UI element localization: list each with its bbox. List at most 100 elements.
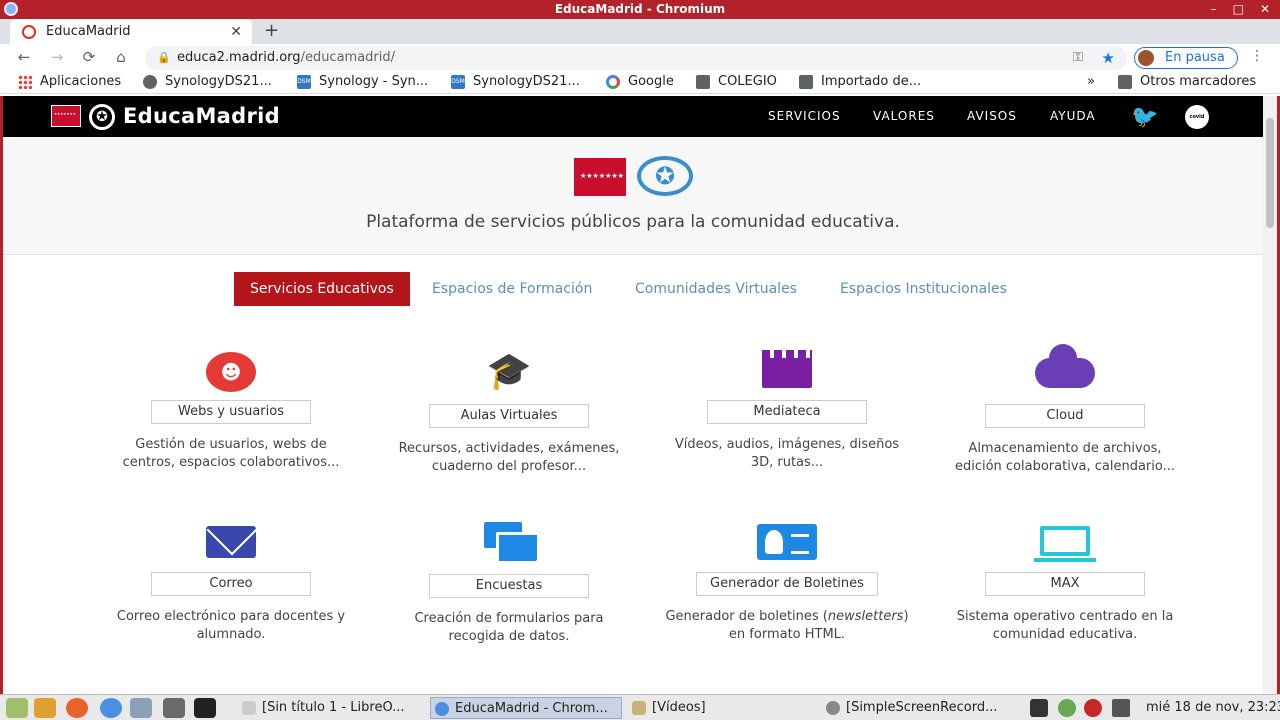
service-button[interactable]: Cloud [985,404,1145,428]
bookmark-synology-2[interactable]: DSM Synology - Syn... [297,74,428,89]
record-icon[interactable] [1084,699,1102,717]
service-encuestas: Encuestas Creación de formularios para re… [379,520,639,646]
network-icon[interactable] [1058,699,1076,717]
contact-card-icon[interactable] [757,524,817,560]
url-host: educa2.madrid.org [177,50,301,65]
apps-grid-icon [18,74,32,89]
service-description: Creación de formularios para recogida de … [414,611,604,644]
window-titlebar: EducaMadrid - Chromium – □ ✕ [0,0,1280,19]
dsm-icon: DSM [451,74,465,89]
folder-icon [1118,74,1132,89]
terminal-launcher-icon[interactable] [194,698,216,718]
service-button[interactable]: MAX [985,572,1145,596]
service-max: MAX Sistema operativo centrado en la comu… [935,520,1195,644]
bookmark-otros[interactable]: Otros marcadores [1118,74,1256,89]
site-navbar: ✪ EducaMadrid SERVICIOS VALORES AVISOS A… [3,96,1263,137]
lock-icon[interactable]: 🔒 [157,46,171,70]
tab-espacios-formacion[interactable]: Espacios de Formación [432,272,592,306]
close-window-button[interactable]: ✕ [1260,0,1270,19]
users-icon[interactable]: ☻ [206,352,256,392]
service-mediateca: Mediateca Vídeos, audios, imágenes, dise… [657,350,917,472]
maximize-button[interactable]: □ [1233,0,1244,19]
educamadrid-logo-icon[interactable]: ✪ [89,104,115,130]
service-button[interactable]: Encuestas [429,574,589,598]
favicon-icon [22,24,36,39]
key-icon[interactable]: ⚿ [1073,46,1083,70]
covid-icon[interactable]: covid [1185,105,1209,129]
bookmark-label: Otros marcadores [1140,74,1257,89]
service-description: Gestión de usuarios, webs de centros, esp… [122,437,340,470]
new-tab-button[interactable]: + [264,19,279,44]
screenshot-launcher-icon[interactable] [163,698,185,718]
chat-bubbles-icon[interactable] [482,520,537,564]
tab-espacios-institucionales[interactable]: Espacios Institucionales [840,272,1007,306]
browser-tab[interactable]: EducaMadrid ✕ [10,19,252,44]
bookmark-star-icon[interactable]: ★ [1102,46,1115,70]
service-button[interactable]: Aulas Virtuales [429,404,589,428]
bookmark-synology-3[interactable]: DSM SynologyDS21... [451,74,580,89]
forward-icon[interactable]: → [47,48,67,66]
madrid-flag-icon: ★★★★★★★ [574,158,626,196]
back-icon[interactable]: ← [14,48,34,66]
bookmark-importado[interactable]: Importado de... [799,74,921,89]
page-scrollbar[interactable] [1263,96,1277,694]
tray-app-icon[interactable] [1030,699,1048,717]
files-launcher-icon[interactable] [130,698,152,718]
service-boletines: Generador de Boletines Generador de bole… [657,520,917,644]
bookmark-aplicaciones[interactable]: Aplicaciones [18,74,121,89]
os-taskbar: [Sin título 1 - LibreO... EducaMadrid - … [0,694,1280,720]
clock[interactable]: mié 18 de nov, 23:23 [1146,697,1280,719]
editor-launcher-icon[interactable] [34,698,56,718]
service-button[interactable]: Correo [151,572,311,596]
window-title: EducaMadrid - Chromium [554,2,726,16]
google-icon [606,74,620,89]
chromium-launcher-icon[interactable] [100,698,122,718]
nav-avisos[interactable]: AVISOS [967,109,1017,123]
service-button[interactable]: Generador de Boletines [696,572,878,596]
service-description: Sistema operativo centrado en la comunida… [956,609,1174,642]
reload-icon[interactable]: ⟳ [79,48,99,66]
graduation-cap-icon[interactable]: 🎓 [482,352,536,396]
scrollbar-thumb[interactable] [1266,118,1274,228]
cloud-icon[interactable] [1035,344,1095,388]
task-screenrecorder[interactable]: [SimpleScreenRecord... [822,697,997,719]
hero-tagline: Plataforma de servicios públicos para la… [366,212,900,232]
menu-icon[interactable]: ⋮ [1250,48,1264,64]
service-button[interactable]: Webs y usuarios [151,400,311,424]
bookmark-google[interactable]: Google [606,74,674,89]
bookmark-colegio[interactable]: COLEGIO [696,74,777,89]
bookmarks-overflow-icon[interactable]: » [1087,74,1095,89]
chromium-icon [4,2,18,16]
home-icon[interactable]: ⌂ [111,48,131,66]
address-bar[interactable]: 🔒 educa2.madrid.org/educamadrid/ ⚿ ★ [145,46,1127,70]
bookmark-label: Aplicaciones [40,74,122,89]
tab-servicios-educativos[interactable]: Servicios Educativos [234,272,410,306]
task-videos[interactable]: [Vídeos] [628,697,706,719]
firefox-launcher-icon[interactable] [66,698,88,718]
tab-strip: EducaMadrid ✕ + [0,19,1280,44]
laptop-icon[interactable] [1034,526,1096,562]
clapperboard-icon[interactable] [762,350,812,388]
nav-servicios[interactable]: SERVICIOS [768,109,841,123]
service-button[interactable]: Mediateca [707,400,867,424]
madrid-flag-icon[interactable] [51,105,81,127]
profile-status: En pausa [1165,50,1225,65]
profile-button[interactable]: En pausa [1134,47,1238,69]
service-correo: Correo Correo electrónico para docentes … [101,520,361,644]
site-brand[interactable]: EducaMadrid [123,104,280,128]
volume-icon[interactable] [1112,699,1130,717]
twitter-icon[interactable]: 🐦 [1131,105,1158,130]
service-cloud: Cloud Almacenamiento de archivos, edición… [935,344,1195,476]
minimize-button[interactable]: – [1211,0,1217,19]
bookmark-synology-1[interactable]: SynologyDS21... [143,74,272,89]
task-libreoffice[interactable]: [Sin título 1 - LibreO... [238,697,405,719]
tab-comunidades-virtuales[interactable]: Comunidades Virtuales [635,272,797,306]
menu-launcher-icon[interactable] [6,698,28,718]
hero-section: ★★★★★★★ ✪ Plataforma de servicios públic… [3,137,1263,255]
nav-ayuda[interactable]: AYUDA [1050,109,1096,123]
nav-valores[interactable]: VALORES [873,109,935,123]
mail-icon[interactable] [206,526,256,558]
close-tab-icon[interactable]: ✕ [230,24,242,40]
document-icon [242,701,256,715]
task-chromium[interactable]: EducaMadrid - Chrom... [430,697,622,719]
